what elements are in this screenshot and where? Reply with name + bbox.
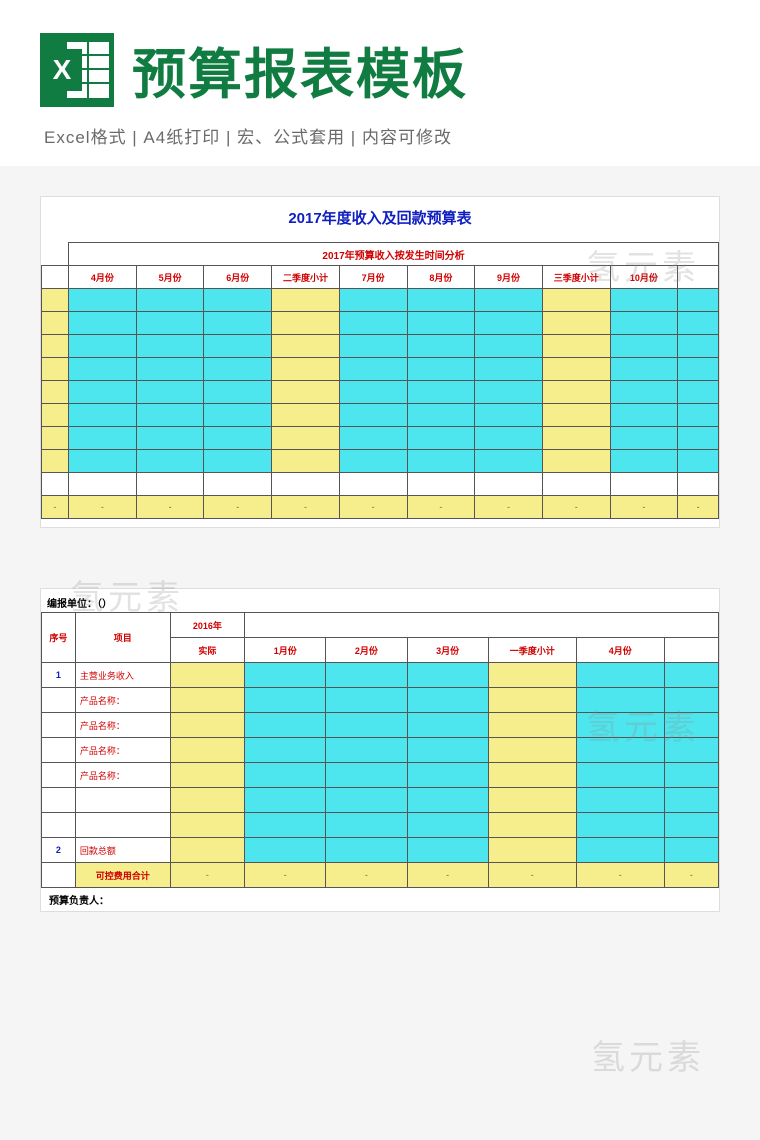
excel-icon: X — [40, 33, 114, 107]
table-row — [42, 473, 719, 496]
col-3month: 3月份 — [407, 638, 488, 663]
col-6month: 6月份 — [204, 266, 272, 289]
col-4month: 4月份 — [69, 266, 137, 289]
row-product-name: 产品名称： — [75, 738, 170, 763]
preview-sheet-2: 编报单位：（） 序号 项目 2016年 实际 1月份 2月份 3月份 一季度小计… — [40, 588, 720, 912]
table-row — [42, 335, 719, 358]
col-q1: 一季度小计 — [488, 638, 576, 663]
col-10month: 10月份 — [610, 266, 678, 289]
col-4month-b: 4月份 — [576, 638, 664, 663]
table-row: 2 回款总额 — [42, 838, 719, 863]
col-item: 项目 — [75, 613, 170, 663]
col-2month: 2月份 — [326, 638, 407, 663]
sheet1-header-row: 4月份 5月份 6月份 二季度小计 7月份 8月份 9月份 三季度小计 10月份 — [42, 266, 719, 289]
col-7month: 7月份 — [339, 266, 407, 289]
row-main-income: 主营业务收入 — [75, 663, 170, 688]
unit-label: 编报单位：（） — [41, 593, 719, 612]
sheet1-total-row: - --- --- ---- — [42, 496, 719, 519]
row-2-idx: 2 — [42, 838, 76, 863]
table-row: 产品名称： — [42, 738, 719, 763]
col-1month: 1月份 — [245, 638, 326, 663]
table-row: 产品名称： — [42, 713, 719, 738]
col-q3: 三季度小计 — [542, 266, 610, 289]
table-row — [42, 404, 719, 427]
sheet2-table: 序号 项目 2016年 实际 1月份 2月份 3月份 一季度小计 4月份 1 主… — [41, 612, 719, 888]
watermark: 氢元素 — [591, 1030, 705, 1079]
table-row — [42, 312, 719, 335]
preview-sheet-1: 2017年度收入及回款预算表 2017年预算收入按发生时间分析 4月份 5月份 … — [40, 196, 720, 528]
table-row: 产品名称： — [42, 763, 719, 788]
table-row — [42, 427, 719, 450]
col-prev-year: 2016年 — [170, 613, 244, 638]
title-row: X 预算报表模板 — [40, 30, 720, 109]
page-subtitle: Excel格式 | A4纸打印 | 宏、公式套用 | 内容可修改 — [44, 123, 720, 148]
table-row — [42, 788, 719, 813]
sheet1-table: 2017年预算收入按发生时间分析 4月份 5月份 6月份 二季度小计 7月份 8… — [41, 242, 719, 519]
row-product-name: 产品名称： — [75, 713, 170, 738]
col-actual: 实际 — [170, 638, 244, 663]
table-row: 产品名称： — [42, 688, 719, 713]
row-cost-total: 可控费用合计 — [75, 863, 170, 888]
table-row — [42, 381, 719, 404]
table-row — [42, 358, 719, 381]
col-8month: 8月份 — [407, 266, 475, 289]
sheet2-total-row: 可控费用合计 --- ---- — [42, 863, 719, 888]
table-row — [42, 450, 719, 473]
sheet1-title: 2017年度收入及回款预算表 — [41, 201, 719, 238]
sheet1-band: 2017年预算收入按发生时间分析 — [69, 243, 719, 266]
table-row — [42, 813, 719, 838]
col-5month: 5月份 — [136, 266, 204, 289]
row-product-name: 产品名称： — [75, 688, 170, 713]
row-1-idx: 1 — [42, 663, 76, 688]
row-collection-total: 回款总额 — [75, 838, 170, 863]
col-9month: 9月份 — [475, 266, 543, 289]
page-title: 预算报表模板 — [132, 30, 468, 109]
row-product-name: 产品名称： — [75, 763, 170, 788]
table-row — [42, 289, 719, 312]
col-q2: 二季度小计 — [272, 266, 340, 289]
col-seq: 序号 — [42, 613, 76, 663]
sheet2-header-row-1: 序号 项目 2016年 — [42, 613, 719, 638]
template-header: X 预算报表模板 Excel格式 | A4纸打印 | 宏、公式套用 | 内容可修… — [0, 0, 760, 166]
footer-responsible: 预算负责人： — [41, 888, 719, 911]
svg-text:X: X — [53, 54, 72, 85]
table-row: 1 主营业务收入 — [42, 663, 719, 688]
